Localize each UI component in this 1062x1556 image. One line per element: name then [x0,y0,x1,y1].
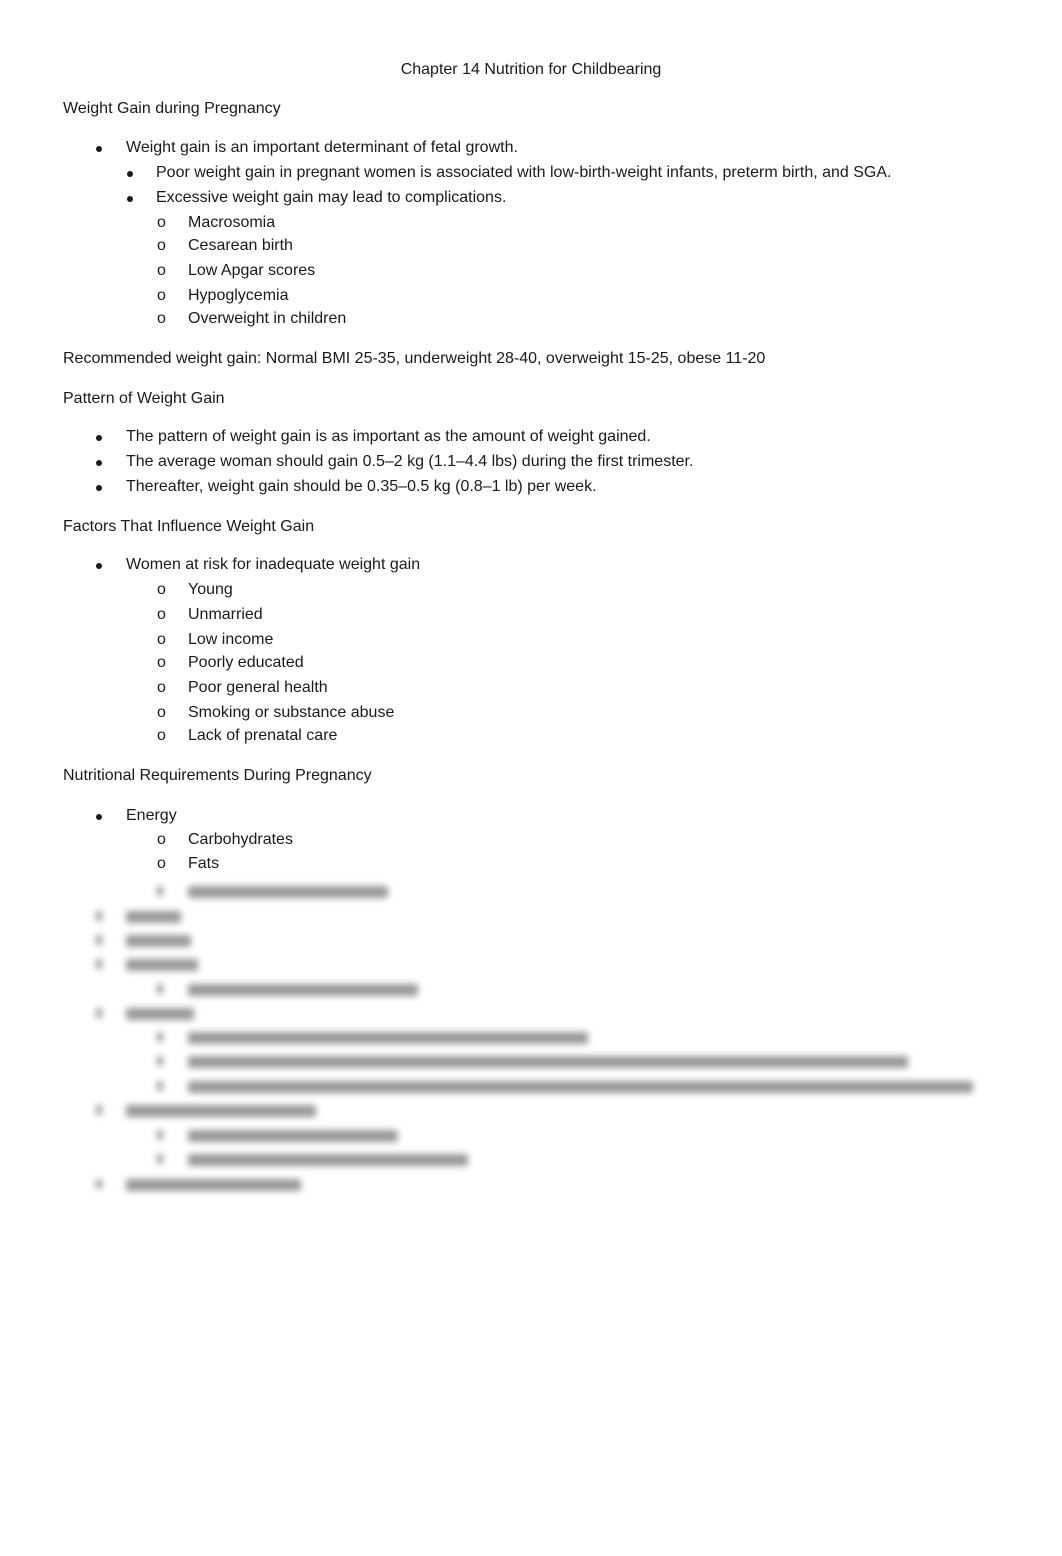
blurred-text-line [188,1081,973,1093]
bullet-disc-icon [96,805,102,827]
list-item: Young [188,581,233,598]
bullet-circle-icon: o [157,679,166,696]
bullet-dot [96,485,102,491]
blurred-bullet [157,1032,163,1042]
blurred-bullet [157,1130,163,1140]
paragraph: Recommended weight gain: Normal BMI 25-3… [63,350,766,367]
bullet-circle-icon: o [157,704,166,721]
section-heading: Pattern of Weight Gain [63,390,225,407]
blurred-text-line [188,1154,468,1166]
bullet-circle-icon: o [157,631,166,648]
bullet-circle-icon: o [157,727,166,744]
list-item: The pattern of weight gain is as importa… [126,428,651,445]
bullet-dot [96,460,102,466]
bullet-circle-icon: o [157,606,166,623]
blurred-bullet [96,1008,102,1018]
list-item: Energy [126,807,177,824]
blurred-text-line [188,886,388,898]
bullet-circle-icon: o [157,855,166,872]
blurred-text-line [126,1105,316,1117]
list-item: Women at risk for inadequate weight gain [126,556,421,573]
blurred-bullet [96,1179,102,1189]
list-item: Fats [188,855,220,872]
list-item: Low Apgar scores [188,262,316,279]
list-item: Poor general health [188,679,328,696]
list-item: Poor weight gain in pregnant women is as… [156,164,892,181]
list-item: Hypoglycemia [188,287,289,304]
document-title: Chapter 14 Nutrition for Childbearing [400,61,662,78]
section-heading: Weight Gain during Pregnancy [63,100,281,117]
blurred-text-line [126,935,191,947]
list-item: Macrosomia [188,214,276,231]
blurred-text-line [188,1130,398,1142]
bullet-disc-icon [96,451,102,473]
blurred-bullet [157,1056,163,1066]
blurred-bullet [157,984,163,994]
list-item: Excessive weight gain may lead to compli… [156,189,507,206]
list-item: Carbohydrates [188,831,293,848]
bullet-disc-icon [96,137,102,159]
blurred-bullet [157,1154,163,1164]
list-item: Low income [188,631,274,648]
bullet-circle-icon: o [157,262,166,279]
list-item: Poorly educated [188,654,304,671]
bullet-disc-icon [96,426,102,448]
blurred-text-line [126,959,198,971]
blurred-text-line [188,1032,588,1044]
bullet-dot [96,435,102,441]
bullet-disc-icon [96,476,102,498]
bullet-disc-icon [127,187,133,209]
blurred-bullet [157,1081,163,1091]
blurred-text-line [188,1056,908,1068]
blurred-text-line [188,984,418,996]
bullet-dot [96,814,102,820]
list-item: Thereafter, weight gain should be 0.35–0… [126,478,597,495]
bullet-circle-icon: o [157,237,166,254]
blurred-bullet [96,911,102,921]
blurred-bullet [96,1105,102,1115]
bullet-circle-icon: o [157,831,166,848]
bullet-circle-icon: o [157,214,166,231]
blurred-bullet [157,886,163,896]
blurred-bullet [96,935,102,945]
blurred-bullet [96,959,102,969]
list-item: Overweight in children [188,310,347,327]
bullet-disc-icon [96,554,102,576]
section-heading: Factors That Influence Weight Gain [63,518,315,535]
bullet-circle-icon: o [157,654,166,671]
bullet-circle-icon: o [157,310,166,327]
list-item: Cesarean birth [188,237,293,254]
bullet-disc-icon [127,162,133,184]
list-item: Smoking or substance abuse [188,704,395,721]
bullet-circle-icon: o [157,287,166,304]
bullet-dot [127,196,133,202]
section-heading: Nutritional Requirements During Pregnanc… [63,767,372,784]
list-item: Lack of prenatal care [188,727,338,744]
list-item: Weight gain is an important determinant … [126,139,518,156]
blurred-text-line [126,1179,301,1191]
list-item: The average woman should gain 0.5–2 kg (… [126,453,694,470]
bullet-dot [127,171,133,177]
bullet-dot [96,146,102,152]
bullet-dot [96,563,102,569]
bullet-circle-icon: o [157,581,166,598]
blurred-text-line [126,911,181,923]
document-page: Chapter 14 Nutrition for Childbearing We… [0,0,1062,1556]
blurred-text-line [126,1008,194,1020]
list-item: Unmarried [188,606,263,623]
